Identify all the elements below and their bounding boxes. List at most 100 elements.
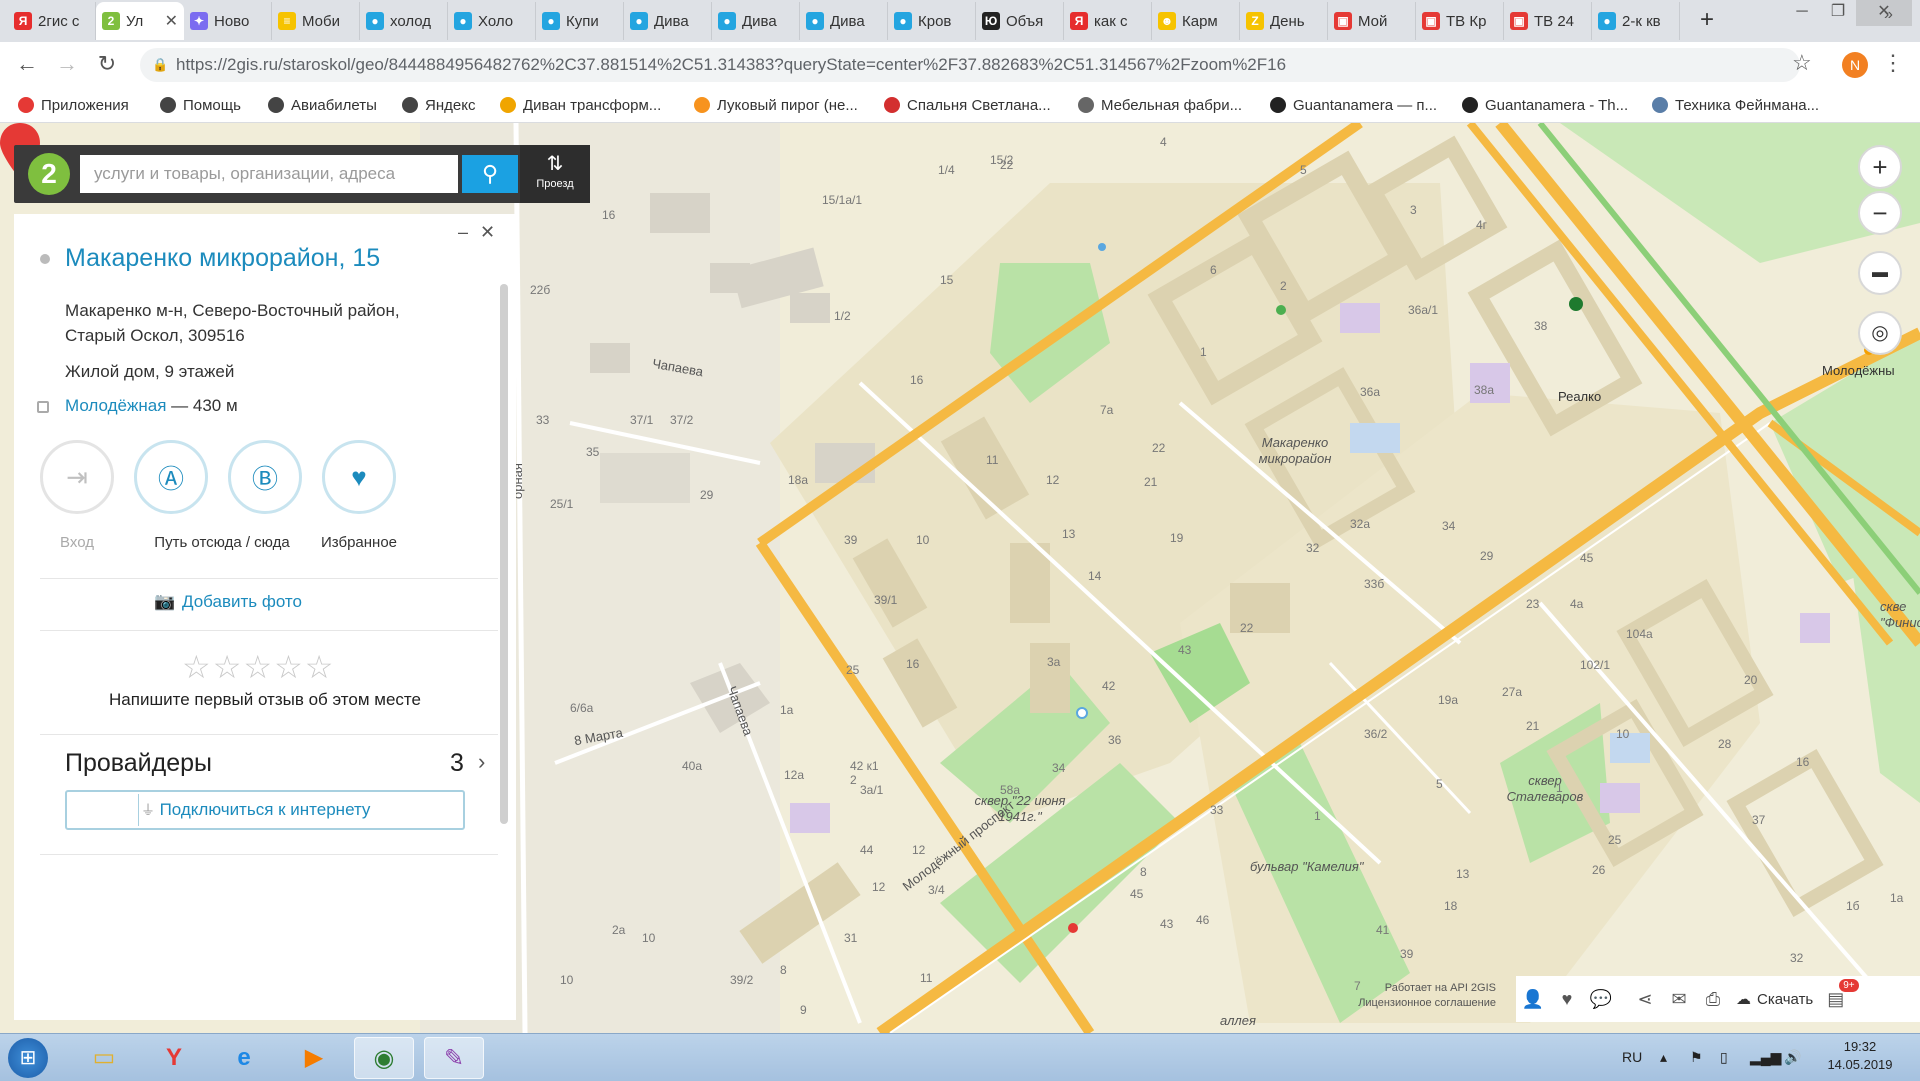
flag-icon[interactable]: ⚑: [1690, 1034, 1703, 1081]
service-icon[interactable]: [1076, 707, 1088, 719]
tab-1[interactable]: 2 Ул ✕: [96, 2, 184, 40]
tab-11[interactable]: Ю Объя: [976, 2, 1064, 40]
route-from-button[interactable]: Ⓐ: [134, 440, 208, 514]
tab-14[interactable]: Z День: [1240, 2, 1328, 40]
address-bar[interactable]: 🔒 https://2gis.ru/staroskol/geo/84448849…: [140, 48, 1800, 82]
user-icon[interactable]: 👤: [1516, 989, 1550, 1010]
bookmark-item[interactable]: Авиабилеты: [268, 94, 377, 116]
print-icon[interactable]: ⎙: [1696, 989, 1730, 1010]
connect-internet-button[interactable]: Подключиться к интернету: [65, 790, 465, 830]
bookmark-item[interactable]: Спальня Светлана...: [884, 94, 1051, 116]
route-to-button[interactable]: Ⓑ: [228, 440, 302, 514]
stop-link[interactable]: Молодёжная: [65, 396, 166, 415]
card-scrollbar[interactable]: [500, 284, 508, 824]
shop-icon[interactable]: [1276, 305, 1286, 315]
realko-poi-icon[interactable]: [1569, 297, 1583, 311]
zoom-in-button[interactable]: +: [1858, 145, 1902, 189]
route-a-icon: Ⓐ: [157, 463, 184, 494]
browser-toolbar: ← → ↻ 🔒 https://2gis.ru/staroskol/geo/84…: [0, 42, 1920, 88]
tray-chevron-icon[interactable]: ▴: [1660, 1034, 1667, 1081]
tab-8[interactable]: ● Дива: [712, 2, 800, 40]
tab-10[interactable]: ● Кров: [888, 2, 976, 40]
bookmarks-overflow-icon[interactable]: »: [1884, 6, 1893, 24]
zoom-out-button[interactable]: −: [1858, 191, 1902, 235]
geolocation-icon[interactable]: ◎: [1858, 311, 1902, 355]
tab-0[interactable]: Я 2гис с: [8, 2, 96, 40]
kebab-menu-icon[interactable]: ⋮: [1882, 50, 1904, 76]
forward-arrow-icon[interactable]: →: [52, 50, 82, 80]
media-player-icon[interactable]: ▶: [284, 1037, 344, 1079]
tab-16[interactable]: ▣ ТВ Кр: [1416, 2, 1504, 40]
close-tab-icon[interactable]: ✕: [165, 11, 178, 31]
paint-icon[interactable]: ✎: [424, 1037, 484, 1079]
tab-3[interactable]: ≡ Моби: [272, 2, 360, 40]
search-input[interactable]: [80, 155, 458, 193]
scroll-thumb[interactable]: [500, 284, 508, 824]
bookmark-item[interactable]: Guantanamera — п...: [1270, 94, 1437, 116]
back-arrow-icon[interactable]: ←: [12, 50, 42, 80]
tab-18[interactable]: ● 2-к кв: [1592, 2, 1680, 40]
tab-2[interactable]: ✦ Ново: [184, 2, 272, 40]
minimize-button[interactable]: ─: [1784, 0, 1820, 26]
language-indicator[interactable]: RU: [1622, 1034, 1642, 1081]
avito-icon: ●: [1598, 12, 1616, 30]
tab-6[interactable]: ● Купи: [536, 2, 624, 40]
bookmark-item[interactable]: Диван трансформ...: [500, 94, 661, 116]
rating-stars[interactable]: ☆☆☆☆☆: [182, 648, 335, 686]
bookmark-star-icon[interactable]: ☆: [1792, 50, 1812, 76]
system-clock[interactable]: 19:32 14.05.2019: [1810, 1038, 1910, 1074]
tab-7[interactable]: ● Дива: [624, 2, 712, 40]
device-icon[interactable]: ▯: [1720, 1034, 1728, 1081]
house-number: 44: [860, 843, 874, 857]
yandex-browser-icon[interactable]: Y: [144, 1037, 204, 1079]
close-card-icon[interactable]: ✕: [480, 222, 495, 243]
ruler-icon[interactable]: ▬: [1858, 251, 1902, 295]
explorer-icon[interactable]: ▭: [74, 1037, 134, 1079]
providers-title[interactable]: Провайдеры: [65, 749, 212, 778]
tab-4[interactable]: ● холод: [360, 2, 448, 40]
windows-start-icon[interactable]: ⊞: [8, 1038, 48, 1078]
license-link[interactable]: Лицензионное соглашение: [1346, 996, 1496, 1011]
maximize-button[interactable]: ❐: [1820, 0, 1856, 26]
tab-17[interactable]: ▣ ТВ 24: [1504, 2, 1592, 40]
bookmark-item[interactable]: Помощь: [160, 94, 241, 116]
bookmark-item[interactable]: Яндекс: [402, 94, 475, 116]
tab-13[interactable]: ☻ Карм: [1152, 2, 1240, 40]
label-skver-stalevarov: сквер Сталеваров: [1506, 773, 1584, 804]
add-photo-link[interactable]: Добавить фото: [182, 592, 302, 612]
entrance-button[interactable]: ⇥: [40, 440, 114, 514]
tab-15[interactable]: ▣ Мой: [1328, 2, 1416, 40]
search-button[interactable]: ⚲: [462, 155, 518, 193]
volume-icon[interactable]: 🔊: [1784, 1034, 1801, 1081]
mail-icon[interactable]: ✉: [1662, 989, 1696, 1010]
tab-5[interactable]: ● Холо: [448, 2, 536, 40]
house-number: 18: [1444, 899, 1458, 913]
route-button[interactable]: ⇅ Проезд: [520, 145, 590, 203]
tv-icon: ▣: [1422, 12, 1440, 30]
tab-12[interactable]: Якак с: [1064, 2, 1152, 40]
2gis-logo-icon[interactable]: 2: [28, 153, 70, 195]
network-icon[interactable]: ▂▄▆: [1750, 1034, 1781, 1081]
ie-icon[interactable]: e: [214, 1037, 274, 1079]
bookmark-item[interactable]: Луковый пирог (не...: [694, 94, 858, 116]
new-tab-button[interactable]: +: [1692, 6, 1722, 36]
chat-icon[interactable]: 💬: [1584, 989, 1618, 1010]
house-number: 6/6а: [570, 701, 594, 715]
notifications-icon[interactable]: ▤ 9+: [1827, 978, 1859, 1010]
chevron-right-icon[interactable]: ›: [478, 749, 485, 775]
bookmark-item[interactable]: Приложения: [18, 94, 129, 116]
bookmark-item[interactable]: Мебельная фабри...: [1078, 94, 1242, 116]
reload-icon[interactable]: ↻: [92, 50, 122, 80]
favorites-button[interactable]: ♥: [322, 440, 396, 514]
download-button[interactable]: ☁ Скачать: [1736, 990, 1813, 1009]
chrome-icon[interactable]: ◉: [354, 1037, 414, 1079]
heart-icon[interactable]: ♥: [1550, 989, 1584, 1010]
pharmacy-icon[interactable]: [1068, 923, 1078, 933]
share-icon[interactable]: ⋖: [1628, 989, 1662, 1010]
bus-stop-icon[interactable]: [1098, 243, 1106, 251]
bookmark-item[interactable]: Guantanamera - Th...: [1462, 94, 1628, 116]
profile-avatar[interactable]: N: [1842, 52, 1868, 78]
minimize-card-icon[interactable]: –: [458, 222, 468, 243]
tab-9[interactable]: ● Дива: [800, 2, 888, 40]
bookmark-item[interactable]: Техника Фейнмана...: [1652, 94, 1819, 116]
